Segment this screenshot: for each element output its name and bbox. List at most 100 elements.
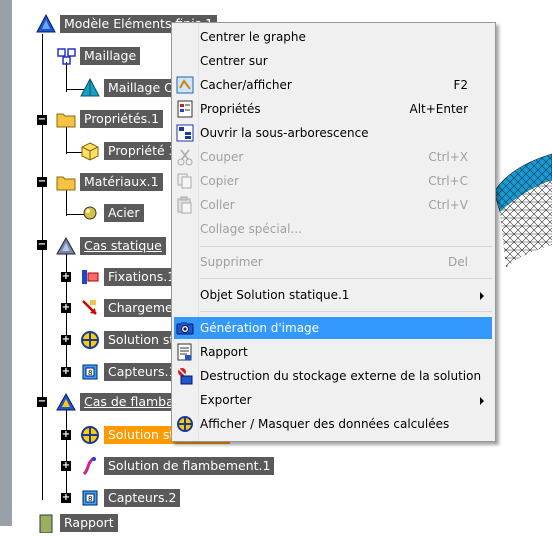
menu-item-center-graph[interactable]: Centrer le graphe — [174, 26, 492, 48]
menu-item-image-generation[interactable]: Génération d'image — [174, 317, 492, 339]
menu-item-label: Centrer sur — [200, 54, 268, 68]
submenu-arrow-icon — [480, 397, 484, 405]
solution-icon — [80, 330, 100, 350]
menu-item-paste[interactable]: Coller Ctrl+V — [174, 194, 492, 216]
menu-item-label: Propriétés — [200, 102, 261, 116]
menu-item-label: Centrer le graphe — [200, 30, 306, 44]
menu-item-destroy-storage[interactable]: Destruction du stockage externe de la so… — [174, 365, 492, 387]
menu-item-label: Génération d'image — [200, 321, 320, 335]
menu-item-object-submenu[interactable]: Objet Solution statique.1 — [174, 284, 492, 306]
tree-node-report[interactable]: Rapport — [36, 512, 118, 534]
menu-separator — [200, 311, 492, 312]
expand-toggle[interactable]: + — [61, 303, 71, 313]
menu-item-properties[interactable]: Propriétés Alt+Enter — [174, 98, 492, 120]
menu-item-label: Collage spécial... — [200, 222, 302, 236]
context-menu: Centrer le graphe Centrer sur Cacher/aff… — [171, 22, 496, 442]
collapse-toggle[interactable]: − — [37, 240, 47, 250]
tree-label: Maillage — [80, 47, 141, 65]
menu-item-export[interactable]: Exporter — [174, 389, 492, 411]
menu-shortcut: Ctrl+X — [428, 150, 468, 164]
sensor-icon: 8 — [80, 362, 100, 382]
menu-separator — [200, 278, 492, 279]
camera-icon — [176, 319, 194, 337]
paste-icon — [176, 196, 194, 214]
analysis-case-icon — [56, 236, 76, 256]
menu-item-delete[interactable]: Supprimer Del — [174, 251, 492, 273]
copy-icon — [176, 172, 194, 190]
material-sphere-icon — [80, 203, 100, 223]
report-icon — [176, 343, 194, 361]
tree-label: Acier — [104, 204, 144, 222]
expand-toggle[interactable]: + — [61, 430, 71, 440]
tree-label: Propriétés.1 — [80, 110, 164, 128]
tree-node-static-case[interactable]: Cas statique — [56, 235, 166, 257]
menu-item-report[interactable]: Rapport — [174, 341, 492, 363]
menu-item-label: Couper — [200, 150, 244, 164]
destroy-storage-icon — [176, 367, 194, 385]
restraint-icon — [80, 267, 100, 287]
mesh-icon — [56, 46, 76, 66]
tree-label: Cas statique — [80, 237, 166, 255]
cube-icon — [80, 141, 100, 161]
cut-icon — [176, 148, 194, 166]
tree-label: Rapport — [60, 514, 118, 532]
menu-item-label: Copier — [200, 174, 239, 188]
menu-item-label: Afficher / Masquer des données calculées — [200, 417, 450, 431]
tree-node-steel[interactable]: Acier — [80, 202, 144, 224]
menu-shortcut: F2 — [453, 78, 468, 92]
tree-label: Matériaux.1 — [80, 173, 163, 191]
tetra-mesh-icon — [80, 77, 100, 98]
tree-label: Capteurs.1 — [104, 363, 181, 381]
collapse-toggle[interactable]: − — [37, 397, 47, 407]
analysis-case-icon — [56, 392, 76, 412]
menu-item-open-subtree[interactable]: Ouvrir la sous-arborescence — [174, 122, 492, 144]
hide-show-icon — [176, 76, 194, 94]
subtree-icon — [176, 124, 194, 142]
tree-node-sensors-1[interactable]: 8 Capteurs.1 — [80, 361, 181, 383]
report-node-icon — [36, 513, 56, 534]
menu-separator — [200, 246, 492, 247]
collapse-toggle[interactable]: − — [37, 177, 47, 187]
menu-shortcut: Ctrl+C — [428, 174, 468, 188]
folder-icon — [56, 172, 76, 192]
tree-node-buckling-solution[interactable]: Solution de flambement.1 — [80, 455, 275, 477]
menu-item-label: Rapport — [200, 345, 248, 359]
tree-label: Capteurs.2 — [104, 489, 181, 507]
expand-toggle[interactable]: + — [61, 461, 71, 471]
expand-toggle[interactable]: + — [61, 493, 71, 503]
menu-item-copy[interactable]: Copier Ctrl+C — [174, 170, 492, 192]
collapse-toggle[interactable]: − — [37, 115, 47, 125]
menu-item-hide-show[interactable]: Cacher/afficher F2 — [174, 74, 492, 96]
menu-item-paste-special[interactable]: Collage spécial... — [174, 218, 492, 240]
tree-label: Fixations.1 — [104, 268, 180, 286]
fem-model-icon — [36, 13, 56, 34]
tree-connector — [66, 126, 67, 154]
solution-icon — [80, 425, 100, 445]
tree-label: Solution de flambement.1 — [104, 457, 275, 475]
properties-icon — [176, 100, 194, 118]
show-data-icon — [176, 415, 194, 433]
tree-node-sensors-2[interactable]: 8 Capteurs.2 — [80, 487, 181, 509]
tree-node-fixations[interactable]: Fixations.1 — [80, 266, 180, 288]
menu-item-label: Exporter — [200, 393, 252, 407]
menu-item-center-on[interactable]: Centrer sur — [174, 50, 492, 72]
svg-text:8: 8 — [88, 495, 92, 503]
menu-shortcut: Ctrl+V — [428, 198, 468, 212]
tree-node-materials[interactable]: Matériaux.1 — [56, 171, 163, 193]
expand-toggle[interactable]: + — [61, 335, 71, 345]
expand-toggle[interactable]: + — [61, 272, 71, 282]
menu-shortcut: Del — [448, 255, 468, 269]
folder-icon — [56, 109, 76, 129]
menu-item-cut[interactable]: Couper Ctrl+X — [174, 146, 492, 168]
tree-connector — [66, 190, 67, 216]
expand-toggle[interactable]: + — [61, 367, 71, 377]
tree-node-properties[interactable]: Propriétés.1 — [56, 108, 164, 130]
menu-item-label: Coller — [200, 198, 235, 212]
menu-item-label: Cacher/afficher — [200, 78, 292, 92]
menu-item-label: Supprimer — [200, 255, 263, 269]
menu-item-show-hide-data[interactable]: Afficher / Masquer des données calculées — [174, 413, 492, 435]
submenu-arrow-icon — [480, 292, 484, 300]
buckling-icon — [80, 456, 100, 476]
tree-node-mesh[interactable]: Maillage — [56, 45, 141, 67]
menu-shortcut: Alt+Enter — [409, 102, 468, 116]
